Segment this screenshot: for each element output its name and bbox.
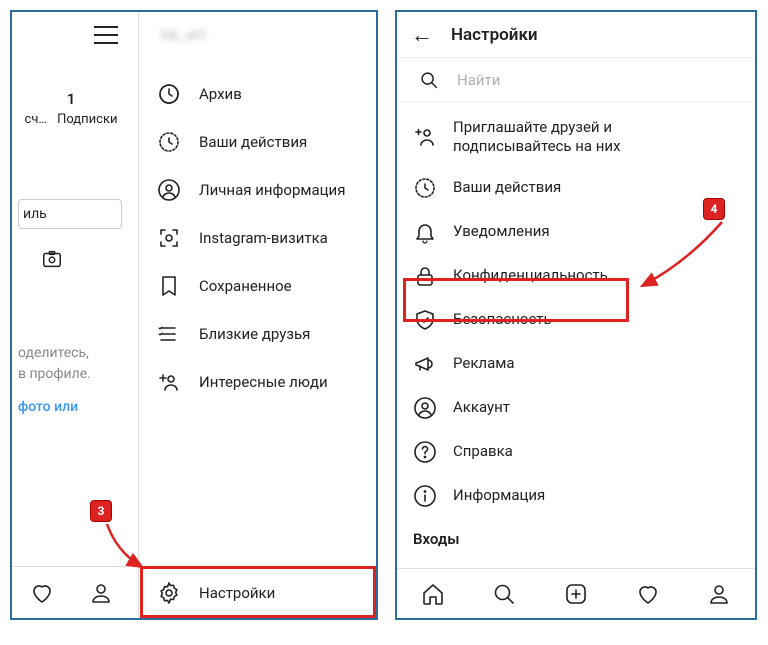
back-arrow-icon[interactable]: ←: [411, 22, 433, 48]
search-icon: [417, 68, 441, 92]
shield-icon: [413, 308, 437, 332]
gear-icon: [157, 581, 181, 605]
settings-item-label: Информация: [453, 486, 545, 505]
side-drawer: bk_art Архив Ваши действия Личная информ…: [138, 12, 376, 618]
subscriptions-count: 1: [18, 90, 124, 108]
drawer-item-archive[interactable]: Архив: [139, 70, 376, 118]
settings-title: Настройки: [451, 25, 538, 45]
settings-item-label: Аккаунт: [453, 398, 510, 417]
drawer-username: bk_art: [139, 12, 376, 56]
bottom-nav: [397, 568, 755, 618]
drawer-item-label: Архив: [199, 85, 242, 103]
settings-item-label: Реклама: [453, 354, 515, 373]
archive-icon: [157, 82, 181, 106]
tagged-photos-icon[interactable]: [40, 247, 64, 271]
close-friends-icon: [157, 322, 181, 346]
settings-item-activity[interactable]: Ваши действия: [397, 166, 755, 210]
profile-underlay: 1 сч… Подписки иль оделитесь, в профиле.…: [12, 12, 130, 618]
drawer-item-label: Сохраненное: [199, 277, 292, 295]
logins-section-header: Входы: [397, 518, 755, 548]
drawer-item-activity[interactable]: Ваши действия: [139, 118, 376, 166]
person-circle-icon: [157, 178, 181, 202]
settings-search[interactable]: Найти: [403, 58, 749, 102]
lock-icon: [413, 264, 437, 288]
settings-item-account[interactable]: Аккаунт: [397, 386, 755, 430]
share-photo-link[interactable]: фото или: [18, 399, 130, 415]
megaphone-icon: [413, 352, 437, 376]
profile-icon[interactable]: [707, 582, 731, 606]
settings-item-security[interactable]: Безопасность: [397, 298, 755, 342]
drawer-item-saved[interactable]: Сохраненное: [139, 262, 376, 310]
add-post-icon[interactable]: [564, 582, 588, 606]
drawer-item-discover-people[interactable]: Интересные люди: [139, 358, 376, 406]
invite-icon: [413, 125, 437, 149]
heart-icon[interactable]: [30, 581, 54, 605]
add-person-icon: [157, 370, 181, 394]
bookmark-icon: [157, 274, 181, 298]
settings-item-label: Безопасность: [453, 310, 552, 329]
stat-cut-left: сч…: [25, 112, 48, 127]
nametag-icon: [157, 226, 181, 250]
settings-item-label: Конфиденциальность: [453, 266, 608, 285]
drawer-item-nametag[interactable]: Instagram-визитка: [139, 214, 376, 262]
search-placeholder: Найти: [457, 71, 500, 89]
settings-item-help[interactable]: Справка: [397, 430, 755, 474]
drawer-settings-label: Настройки: [199, 584, 275, 602]
heart-icon[interactable]: [636, 582, 660, 606]
bottom-nav-left: [12, 566, 130, 618]
settings-item-notifications[interactable]: Уведомления: [397, 210, 755, 254]
settings-item-privacy[interactable]: Конфиденциальность: [397, 254, 755, 298]
settings-item-ads[interactable]: Реклама: [397, 342, 755, 386]
settings-item-label: Уведомления: [453, 222, 550, 241]
settings-header: ← Настройки: [397, 12, 755, 58]
drawer-item-personal-info[interactable]: Личная информация: [139, 166, 376, 214]
settings-item-label: Справка: [453, 442, 513, 461]
hamburger-icon[interactable]: [94, 26, 118, 44]
edit-profile-button-cut[interactable]: иль: [18, 199, 122, 229]
profile-stats: 1 сч… Подписки: [18, 90, 130, 127]
home-icon[interactable]: [421, 582, 445, 606]
settings-item-label: Ваши действия: [453, 178, 561, 197]
drawer-item-label: Instagram-визитка: [199, 229, 328, 247]
settings-item-info[interactable]: Информация: [397, 474, 755, 518]
bell-icon: [413, 220, 437, 244]
drawer-settings-button[interactable]: Настройки: [139, 566, 376, 618]
activity-icon: [413, 176, 437, 200]
drawer-item-label: Личная информация: [199, 181, 345, 199]
profile-icon[interactable]: [89, 581, 113, 605]
settings-item-label: Приглашайте друзей и подписывайтесь на н…: [453, 118, 673, 156]
info-icon: [413, 484, 437, 508]
right-phone-frame: ← Настройки Найти Приглашайте друзей и п…: [395, 10, 757, 620]
settings-item-invite[interactable]: Приглашайте друзей и подписывайтесь на н…: [397, 108, 755, 166]
share-prompt: оделитесь, в профиле.: [18, 343, 128, 385]
search-nav-icon[interactable]: [492, 582, 516, 606]
drawer-item-close-friends[interactable]: Близкие друзья: [139, 310, 376, 358]
left-phone-frame: 1 сч… Подписки иль оделитесь, в профиле.…: [10, 10, 378, 620]
subscriptions-label: Подписки: [57, 112, 117, 127]
drawer-item-label: Ваши действия: [199, 133, 307, 151]
drawer-item-label: Интересные люди: [199, 373, 328, 391]
activity-icon: [157, 130, 181, 154]
help-icon: [413, 440, 437, 464]
drawer-item-label: Близкие друзья: [199, 325, 310, 343]
person-circle-icon: [413, 396, 437, 420]
